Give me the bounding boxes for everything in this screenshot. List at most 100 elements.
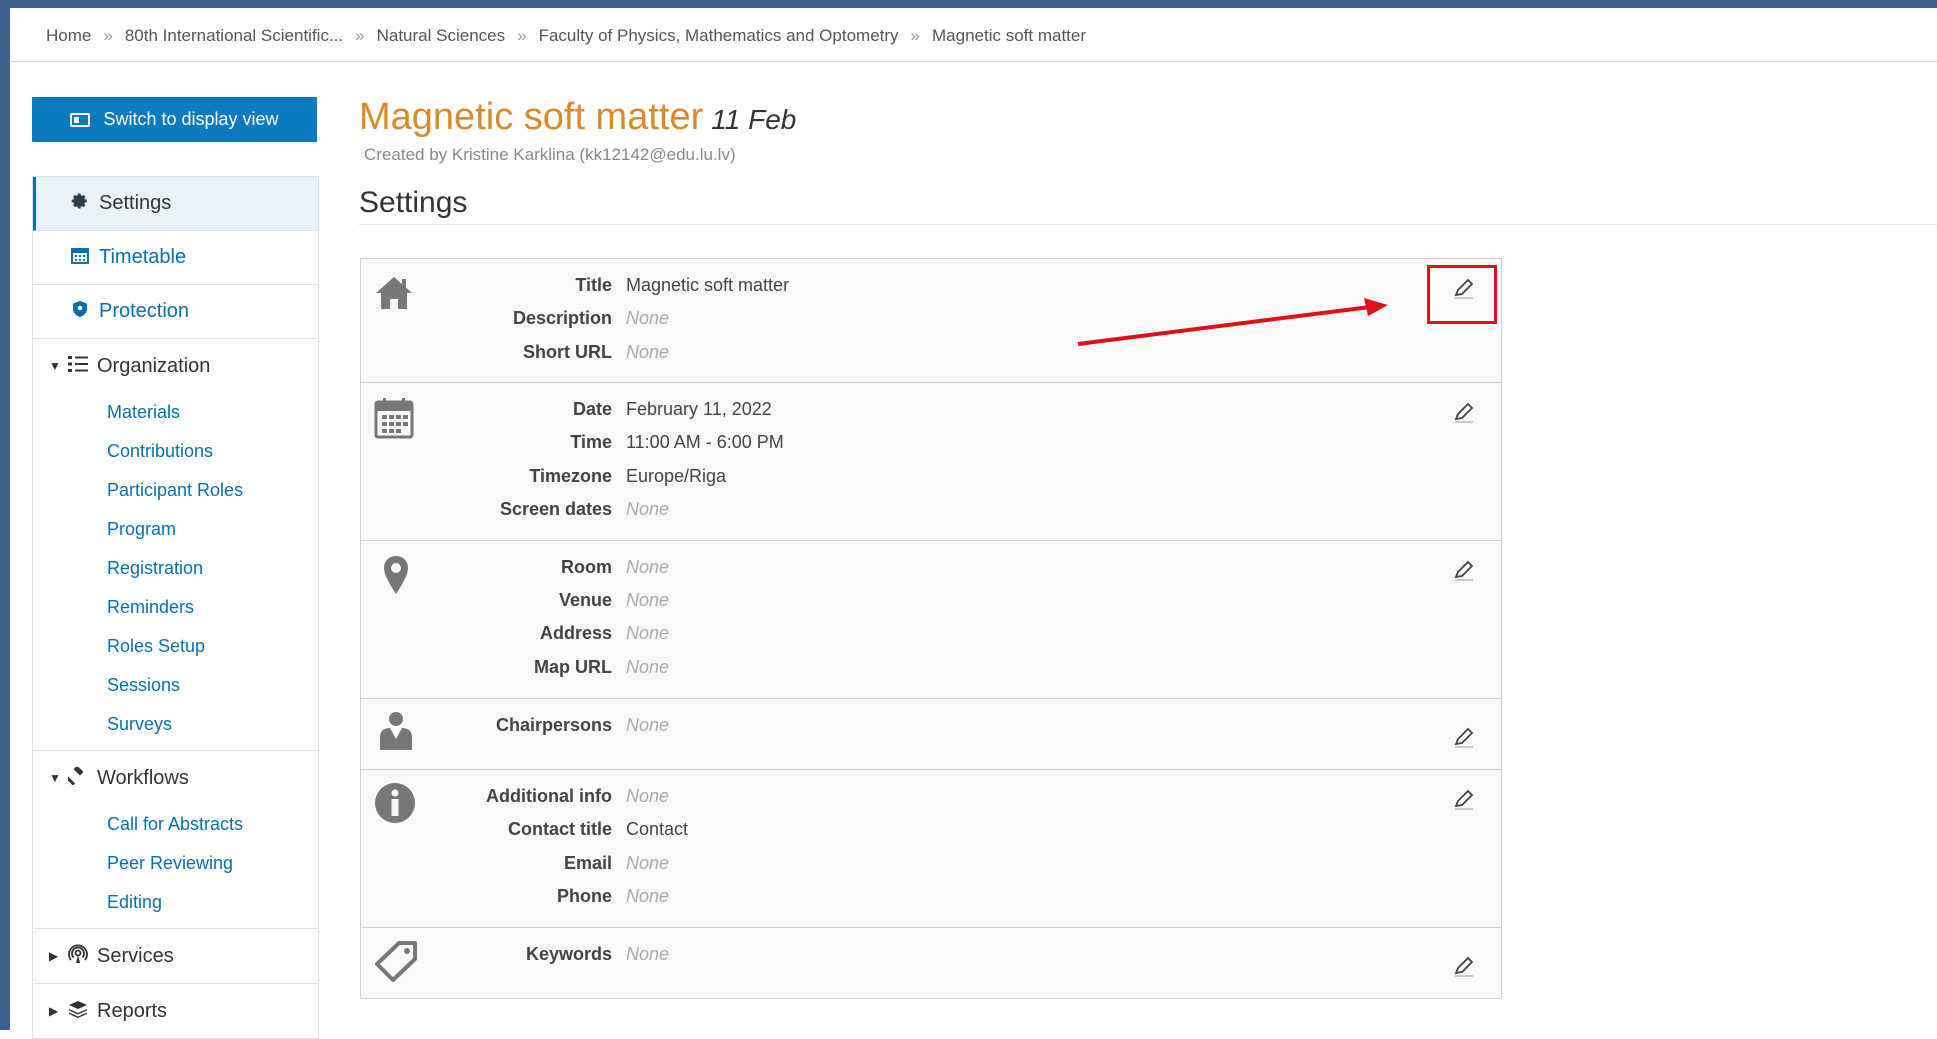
- field-value: None: [626, 943, 670, 964]
- field-row-chairpersons: Chairpersons None: [361, 713, 669, 737]
- field-row-short-url: Short URL None: [361, 340, 669, 364]
- caret-right-icon: ▶: [49, 1004, 59, 1018]
- breadcrumb-conference[interactable]: 80th International Scientific...: [125, 26, 343, 46]
- breadcrumb-faculty[interactable]: Faculty of Physics, Mathematics and Opto…: [539, 26, 899, 46]
- field-value: February 11, 2022: [626, 398, 772, 419]
- caret-down-icon: ▼: [49, 359, 61, 373]
- shield-icon: [69, 300, 91, 323]
- field-label: Room: [561, 556, 612, 577]
- edit-datetime-button[interactable]: [1446, 397, 1482, 433]
- sidebar-subitem-materials[interactable]: Materials: [33, 393, 318, 432]
- sidebar-subitem-program[interactable]: Program: [33, 510, 318, 549]
- sidebar-group-services: ▶ Services: [33, 929, 318, 984]
- sidebar-group-label: Services: [97, 944, 174, 967]
- field-label: Screen dates: [499, 498, 612, 519]
- field-row-email: Email None: [361, 851, 669, 875]
- field-label: Contact title: [507, 818, 612, 839]
- breadcrumb-current: Magnetic soft matter: [932, 26, 1087, 45]
- sidebar-group-label: Workflows: [97, 766, 189, 789]
- field-value: None: [626, 622, 670, 643]
- field-value: None: [626, 785, 670, 806]
- list-icon: [67, 355, 89, 378]
- field-row-venue: Venue None: [361, 588, 669, 612]
- sidebar-subitem-reminders[interactable]: Reminders: [33, 588, 318, 627]
- sidebar-group-organization-toggle[interactable]: ▼ Organization: [33, 339, 318, 393]
- field-value: 11:00 AM - 6:00 PM: [626, 431, 784, 452]
- field-row-map-url: Map URL None: [361, 655, 669, 679]
- sidebar-subitem-editing[interactable]: Editing: [33, 883, 318, 922]
- field-label: Email: [563, 852, 612, 873]
- sidebar-group-label: Reports: [97, 999, 168, 1022]
- settings-section-location: Room None Venue None Address None Map URL No…: [361, 541, 1501, 699]
- sidebar-menu: Settings Timetable Protection ▼ Organiza…: [32, 176, 319, 1039]
- sidebar-item-label: Settings: [99, 192, 172, 214]
- sidebar-group-services-toggle[interactable]: ▶ Services: [33, 929, 318, 983]
- gavel-icon: [65, 765, 89, 790]
- sidebar-subitem-call-for-abstracts[interactable]: Call for Abstracts: [33, 805, 318, 844]
- annotation-highlight-box: [1427, 265, 1497, 324]
- sidebar-subitem-registration[interactable]: Registration: [33, 549, 318, 588]
- field-label: Description: [512, 307, 612, 328]
- switch-display-view-button[interactable]: Switch to display view: [32, 97, 317, 142]
- breadcrumb-divider: [10, 61, 1937, 62]
- field-row-additional-info: Additional info None: [361, 784, 669, 808]
- field-value: None: [626, 341, 670, 362]
- breadcrumb-separator: »: [355, 26, 365, 45]
- field-row-room: Room None: [361, 555, 669, 579]
- sidebar-item-protection[interactable]: Protection: [33, 285, 318, 339]
- edit-persons-button[interactable]: [1446, 722, 1482, 758]
- edit-info-button[interactable]: [1446, 784, 1482, 820]
- sidebar-group-workflows: ▼ Workflows Call for Abstracts Peer Revi…: [33, 751, 318, 929]
- field-label: Timezone: [529, 465, 612, 486]
- field-value: Europe/Riga: [626, 465, 727, 486]
- field-value: None: [626, 498, 670, 519]
- sidebar-item-settings[interactable]: Settings: [33, 177, 318, 231]
- pencil-icon: [1452, 788, 1476, 817]
- field-label: Date: [572, 398, 612, 419]
- sidebar-subitem-participant-roles[interactable]: Participant Roles: [33, 471, 318, 510]
- sidebar-subitem-contributions[interactable]: Contributions: [33, 432, 318, 471]
- field-value: None: [626, 656, 670, 677]
- field-row-screen-dates: Screen dates None: [361, 497, 669, 521]
- section-heading: Settings: [359, 186, 468, 219]
- settings-panel: Title Magnetic soft matter Description Non…: [360, 258, 1502, 999]
- settings-section-info: Additional info None Contact title Contact…: [361, 770, 1501, 928]
- breadcrumb-separator: »: [910, 26, 921, 45]
- event-title: Magnetic soft matter: [359, 96, 704, 138]
- sidebar-subitem-surveys[interactable]: Surveys: [33, 705, 318, 744]
- breadcrumb-separator: »: [517, 26, 527, 45]
- sidebar-item-label: Timetable: [99, 246, 187, 268]
- sidebar-item-timetable[interactable]: Timetable: [33, 231, 318, 285]
- field-value: None: [626, 885, 670, 906]
- annotation-arrow: [1077, 298, 1388, 346]
- broadcast-icon: [67, 944, 89, 969]
- switch-display-view-label: Switch to display view: [103, 109, 279, 129]
- field-row-timezone: Timezone Europe/Riga: [361, 464, 726, 488]
- breadcrumb-category[interactable]: Natural Sciences: [377, 26, 506, 46]
- field-label: Additional info: [486, 785, 612, 806]
- settings-section-datetime: Date February 11, 2022 Time 11:00 AM - 6:0…: [361, 383, 1501, 541]
- settings-section-keywords: Keywords None: [361, 928, 1501, 998]
- field-row-title: Title Magnetic soft matter: [361, 273, 789, 297]
- field-value: None: [626, 589, 670, 610]
- field-row-date: Date February 11, 2022: [361, 397, 772, 421]
- field-label: Time: [570, 431, 612, 452]
- sidebar-group-workflows-toggle[interactable]: ▼ Workflows: [33, 751, 318, 805]
- sidebar-subitem-peer-reviewing[interactable]: Peer Reviewing: [33, 844, 318, 883]
- sidebar-subitem-sessions[interactable]: Sessions: [33, 666, 318, 705]
- breadcrumb: Home » 80th International Scientific... …: [46, 24, 1086, 48]
- field-label: Keywords: [525, 943, 612, 964]
- window-left-border: [0, 0, 10, 1030]
- edit-location-button[interactable]: [1446, 555, 1482, 591]
- edit-keywords-button[interactable]: [1446, 951, 1482, 987]
- breadcrumb-home[interactable]: Home: [46, 26, 91, 46]
- field-label: Map URL: [534, 656, 612, 677]
- field-label: Title: [575, 274, 612, 295]
- field-row-time: Time 11:00 AM - 6:00 PM: [361, 430, 784, 454]
- field-row-phone: Phone None: [361, 884, 669, 908]
- sidebar-subitem-roles-setup[interactable]: Roles Setup: [33, 627, 318, 666]
- breadcrumb-separator: »: [103, 26, 113, 45]
- layers-icon: [67, 1000, 89, 1023]
- field-value: Contact: [626, 818, 689, 839]
- field-label: Address: [539, 622, 612, 643]
